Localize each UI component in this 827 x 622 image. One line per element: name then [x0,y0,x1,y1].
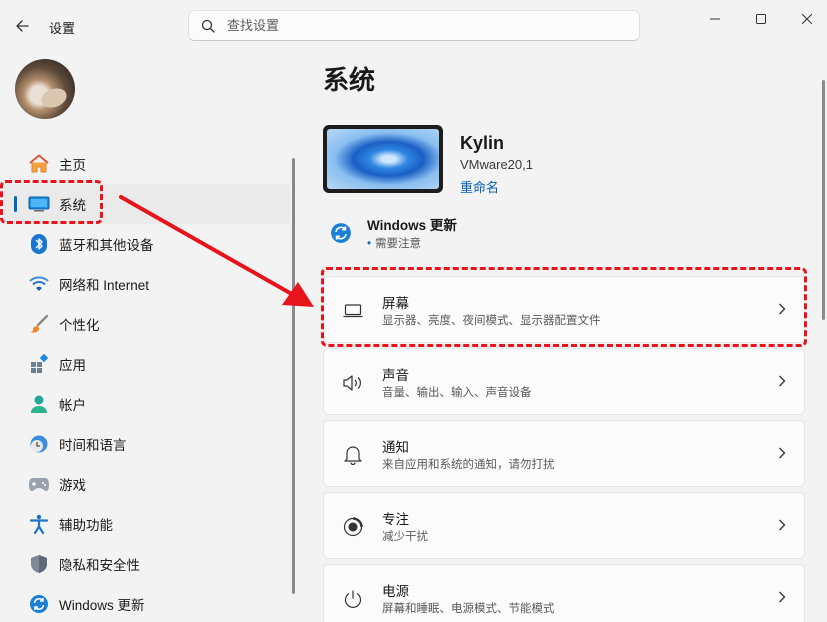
accessibility-icon [28,513,50,535]
arrow-left-icon [16,20,29,32]
card-subtitle: 减少干扰 [382,531,428,543]
chevron-right-icon [779,447,786,459]
sidebar-item-label: Windows 更新 [59,598,145,613]
sidebar-scrollbar[interactable] [292,158,295,594]
sidebar-item-personalization[interactable]: 个性化 [4,304,290,344]
search-input[interactable] [227,18,607,33]
minimize-button[interactable] [692,6,738,32]
active-indicator [14,196,17,212]
wifi-icon [28,273,50,295]
maximize-icon [756,14,766,24]
sidebar-item-label: 游戏 [59,478,86,493]
card-title: 通知 [382,440,409,455]
brush-icon [28,313,50,335]
home-icon [28,153,50,175]
windows-update-title: Windows 更新 [367,218,457,233]
sidebar-item-home[interactable]: 主页 [4,144,290,184]
sidebar-item-label: 系统 [59,198,86,213]
device-name: Kylin [460,133,505,153]
account-icon [28,393,50,415]
chevron-right-icon [779,375,786,387]
card-title: 专注 [382,512,409,527]
card-subtitle: 音量、输出、输入、声音设备 [382,387,532,399]
sidebar-item-label: 隐私和安全性 [59,558,140,573]
page-title: 系统 [323,65,376,95]
sidebar-item-label: 辅助功能 [59,518,113,533]
card-display[interactable]: 屏幕 显示器、亮度、夜间模式、显示器配置文件 [323,276,805,343]
card-power[interactable]: 电源 屏幕和睡眠、电源模式、节能模式 [323,564,805,622]
update-icon [28,593,50,615]
sidebar-item-label: 时间和语言 [59,438,127,453]
card-subtitle: 显示器、亮度、夜间模式、显示器配置文件 [382,315,601,327]
windows-update-status-text: • 需要注意 [367,238,422,250]
card-notifications[interactable]: 通知 来自应用和系统的通知，请勿打扰 [323,420,805,487]
power-icon [341,587,365,611]
maximize-button[interactable] [738,6,784,32]
close-button[interactable] [784,6,827,32]
sidebar-item-system[interactable]: 系统 [4,184,290,224]
card-subtitle: 来自应用和系统的通知，请勿打扰 [382,459,555,471]
chevron-right-icon [779,303,786,315]
sidebar-item-label: 帐户 [59,398,86,413]
sidebar-item-network[interactable]: 网络和 Internet [4,264,290,304]
sidebar-item-apps[interactable]: 应用 [4,344,290,384]
apps-icon [28,353,50,375]
update-icon [331,223,351,243]
sidebar-item-label: 个性化 [59,318,100,333]
chevron-right-icon [779,591,786,603]
shield-icon [28,553,50,575]
rename-link[interactable]: 重命名 [460,177,499,196]
minimize-icon [710,18,720,20]
time-language-icon [28,433,50,455]
app-title: 设置 [49,21,76,36]
sidebar-item-accounts[interactable]: 帐户 [4,384,290,424]
card-title: 电源 [382,584,409,599]
avatar[interactable] [15,59,75,119]
device-thumbnail [323,125,443,193]
sidebar-item-windows-update[interactable]: Windows 更新 [4,584,290,622]
sidebar-item-accessibility[interactable]: 辅助功能 [4,504,290,544]
sidebar-item-time-language[interactable]: 时间和语言 [4,424,290,464]
speaker-icon [341,371,365,395]
sidebar-item-label: 蓝牙和其他设备 [59,238,154,253]
search-icon [201,19,215,33]
bell-icon [341,443,365,467]
device-model: VMware20,1 [460,157,533,172]
card-title: 屏幕 [382,296,409,311]
chevron-right-icon [779,519,786,531]
sidebar-item-label: 网络和 Internet [59,278,150,293]
sidebar-item-bluetooth[interactable]: 蓝牙和其他设备 [4,224,290,264]
card-sound[interactable]: 声音 音量、输出、输入、声音设备 [323,348,805,415]
sidebar-item-privacy[interactable]: 隐私和安全性 [4,544,290,584]
main-scrollbar[interactable] [818,50,827,622]
search-box[interactable] [188,10,640,41]
display-icon [341,299,365,323]
sidebar-item-label: 应用 [59,358,86,373]
title-bar: 设置 [0,0,827,50]
back-button[interactable] [10,14,34,38]
sidebar-item-label: 主页 [59,158,86,173]
card-subtitle: 屏幕和睡眠、电源模式、节能模式 [382,603,555,615]
sidebar-item-gaming[interactable]: 游戏 [4,464,290,504]
focus-icon [341,515,365,539]
card-focus[interactable]: 专注 减少干扰 [323,492,805,559]
sidebar-nav: 主页 系统 蓝牙和其他设备 网络和 Internet 个性化 应用 帐户 时间和… [0,144,290,622]
close-icon [802,14,812,24]
card-title: 声音 [382,368,409,383]
system-icon [28,193,50,215]
gamepad-icon [28,473,50,495]
bluetooth-icon [28,233,50,255]
